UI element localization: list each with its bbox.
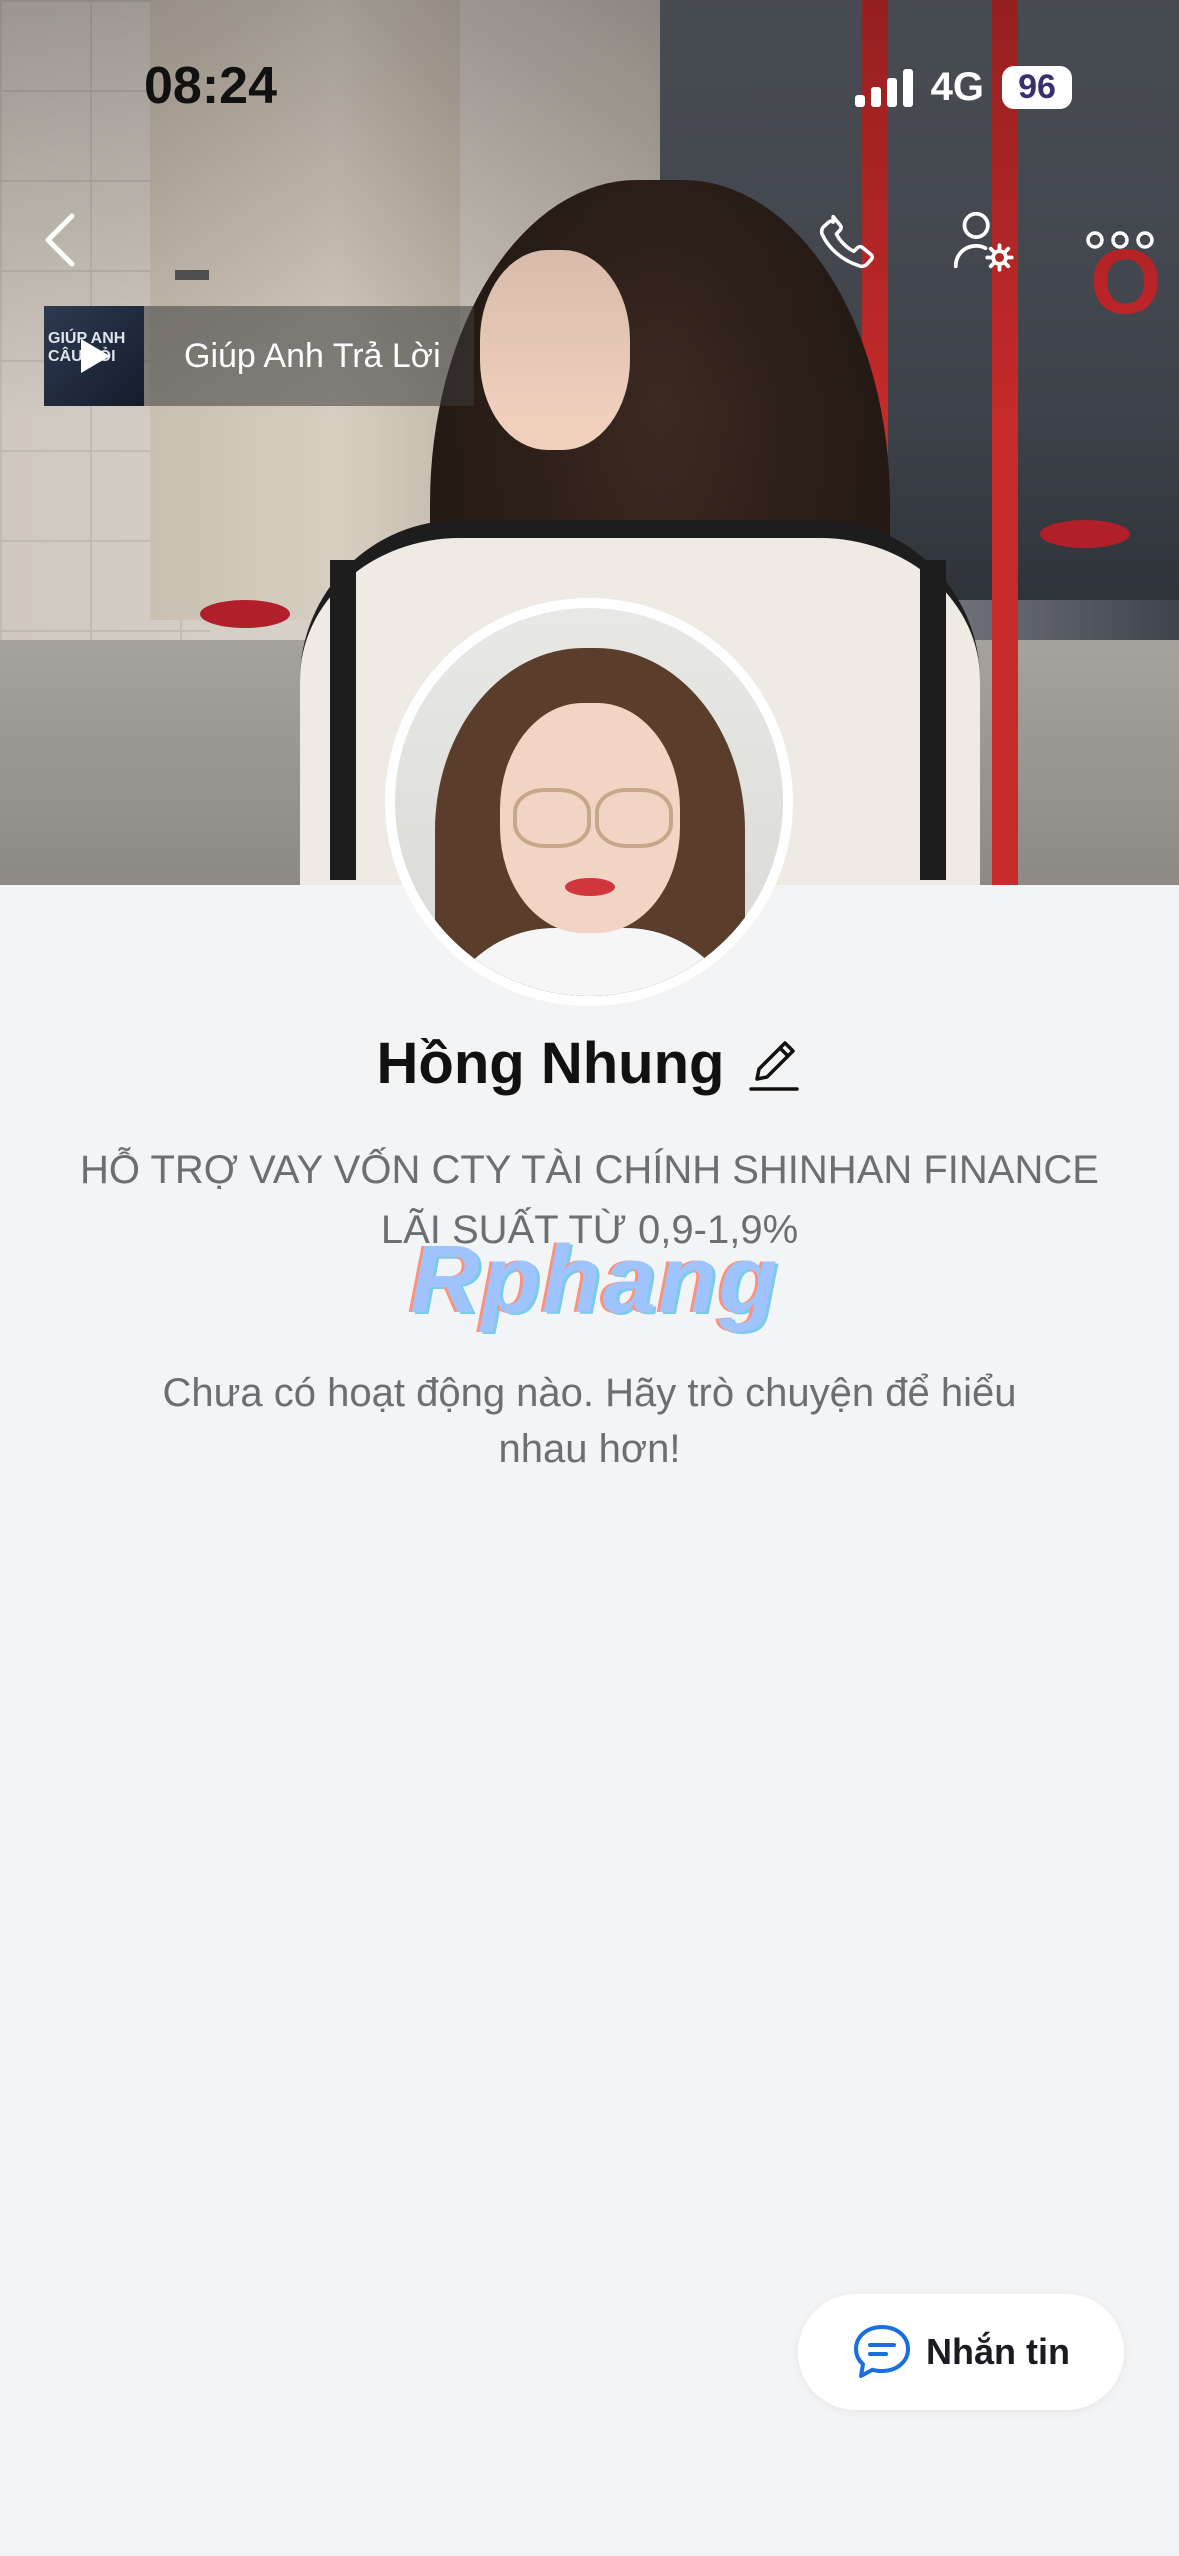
cover-chair <box>200 600 290 628</box>
avatar[interactable] <box>385 598 793 1006</box>
status-time: 08:24 <box>144 57 277 115</box>
avatar-glasses <box>595 788 673 848</box>
empty-message-line: Chưa có hoạt động nào. Hãy trò chuyện để… <box>162 1371 1017 1415</box>
pencil-icon <box>749 1040 800 1091</box>
signal-icon <box>854 67 913 107</box>
send-message-button[interactable]: Nhắn tin <box>798 2294 1124 2410</box>
profile-name: Hồng Nhung <box>376 1031 725 1096</box>
empty-message-line: nhau hơn! <box>498 1427 681 1471</box>
user-settings-icon <box>953 211 1014 272</box>
cover-stool <box>1040 520 1130 548</box>
call-button[interactable] <box>808 200 888 280</box>
profile-name-row: Hồng Nhung <box>0 1030 1179 1097</box>
network-type: 4G <box>930 64 984 109</box>
profile-settings-button[interactable] <box>942 200 1022 280</box>
music-title: Giúp Anh Trả Lời <box>184 336 441 375</box>
cover-shirt-stripe <box>330 560 356 880</box>
edit-name-button[interactable] <box>746 1034 802 1094</box>
more-options-button[interactable] <box>1080 200 1160 280</box>
profile-music-bar[interactable]: GIÚP ANH CÂU HỎI Giúp Anh Trả Lời <box>44 306 474 406</box>
chat-bubble-icon <box>854 2325 910 2378</box>
bio-line: HỖ TRỢ VAY VỐN CTY TÀI CHÍNH SHINHAN FIN… <box>80 1148 1099 1192</box>
status-indicators: 4G 96 <box>854 62 1072 112</box>
avatar-lips <box>565 878 615 896</box>
watermark-logo: Rphang <box>410 1226 780 1333</box>
play-icon[interactable] <box>75 336 113 376</box>
send-message-label: Nhắn tin <box>926 2331 1070 2372</box>
cover-shirt-stripe <box>920 560 946 880</box>
back-button[interactable] <box>20 200 100 280</box>
avatar-photo <box>395 608 783 996</box>
phone-icon <box>819 214 875 269</box>
battery-level: 96 <box>1002 65 1072 109</box>
chevron-left-icon <box>45 213 75 267</box>
empty-activity-message: Chưa có hoạt động nào. Hãy trò chuyện để… <box>0 1365 1179 1477</box>
more-dots-icon <box>1086 231 1154 249</box>
music-thumbnail: GIÚP ANH CÂU HỎI <box>44 306 144 406</box>
avatar-glasses <box>513 788 591 848</box>
